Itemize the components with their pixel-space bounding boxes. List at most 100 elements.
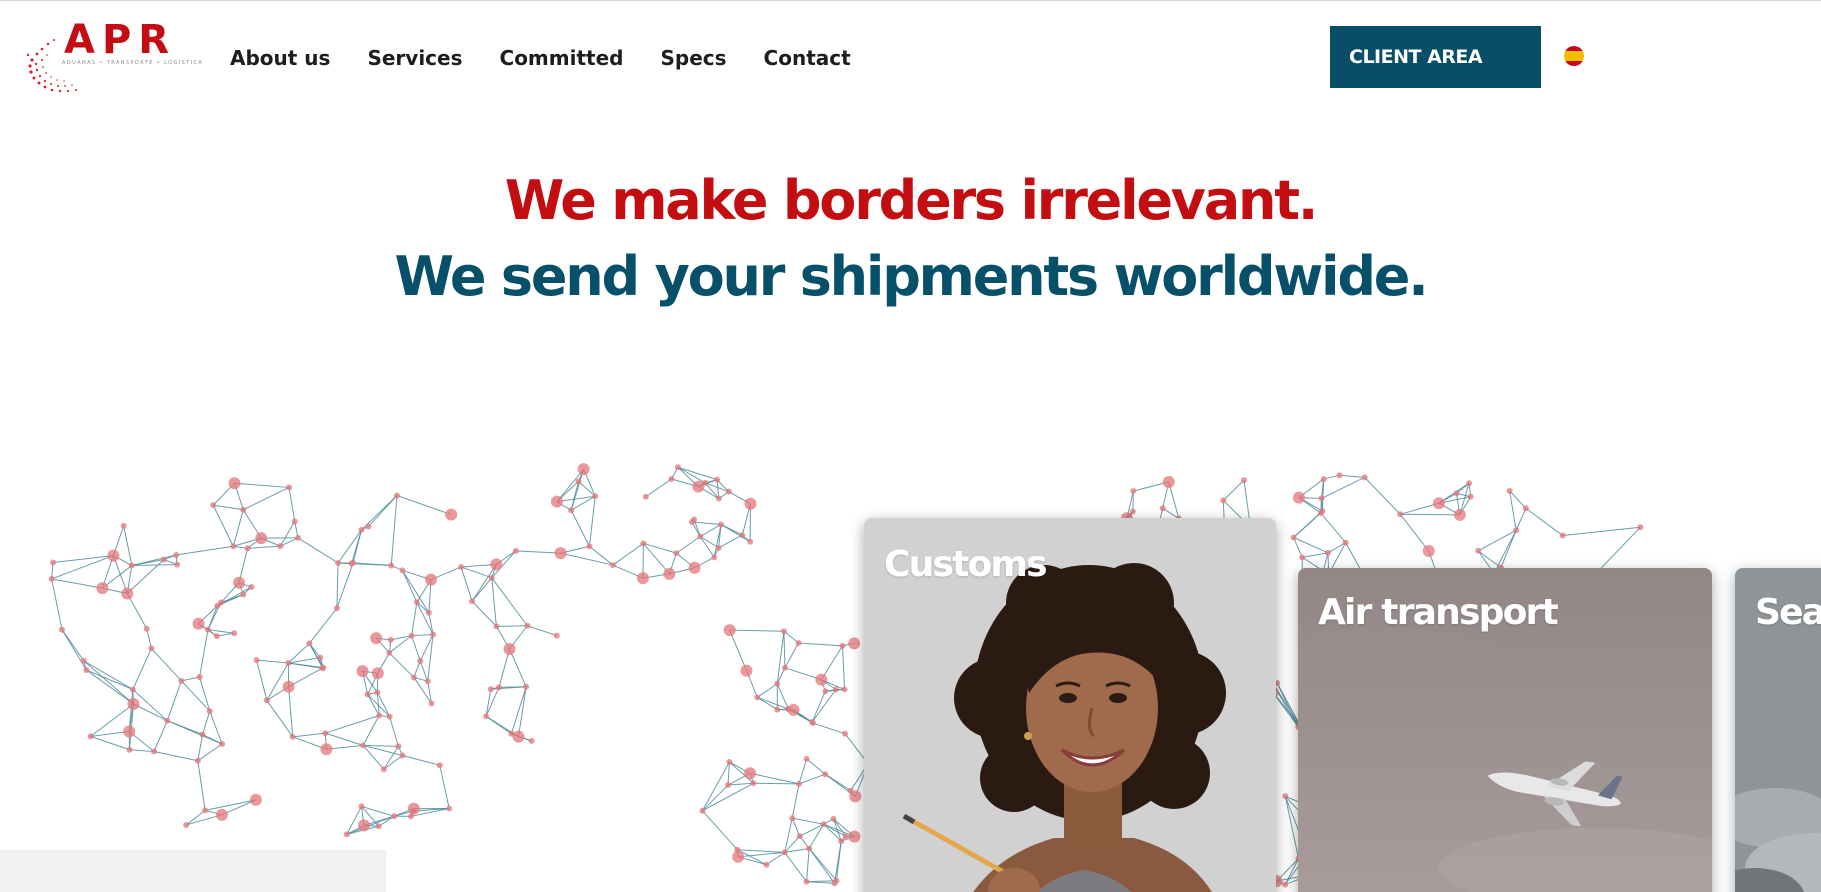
network-link [166,680,182,721]
network-link [411,635,421,662]
network-node [228,477,241,490]
network-node [295,534,302,541]
network-link [491,577,497,627]
network-node [785,705,792,712]
spain-flag-icon[interactable] [1564,46,1584,66]
network-node [215,808,228,821]
service-card-air-transport[interactable]: Air transport [1298,568,1712,892]
network-node [1559,532,1566,539]
network-link [1525,507,1564,536]
network-node [174,561,181,568]
network-node [320,664,327,671]
network-node [58,626,65,633]
network-node [554,547,567,560]
network-link [234,482,290,488]
network-link [643,542,677,554]
network-node [523,683,530,690]
network-node [445,508,458,521]
network-node [388,562,395,569]
network-link [729,629,784,632]
network-node [356,665,369,678]
top-divider [0,0,1821,1]
network-node [732,850,745,863]
nav-committed[interactable]: Committed [500,46,624,70]
network-link [112,555,128,594]
network-node [699,807,706,814]
network-link [266,700,294,738]
main-nav: About us Services Committed Specs Contac… [230,44,888,72]
network-node [668,476,675,483]
network-node [249,793,262,806]
network-node [838,838,845,845]
network-link [792,817,824,825]
client-area-button[interactable]: CLIENT AREA [1330,26,1541,88]
service-card-customs[interactable]: Customs [864,518,1276,892]
network-node [151,748,158,755]
network-node [1240,477,1247,484]
apr-logo[interactable]: APR ADUANAS • TRANSPORTE • LOGÍSTICA [22,17,204,92]
network-link [798,773,826,785]
network-link [266,662,289,701]
nav-about-us[interactable]: About us [230,46,330,70]
network-node [375,823,382,830]
network-node [795,639,802,646]
network-node [568,507,575,514]
network-link [806,758,826,775]
network-node [803,755,810,762]
nav-services[interactable]: Services [367,46,462,70]
network-link [491,577,528,627]
network-link [388,652,415,678]
network-node [691,516,698,523]
network-node [822,688,829,695]
network-node [364,691,371,698]
network-node [410,808,417,815]
nav-specs[interactable]: Specs [660,46,726,70]
network-node [763,861,770,868]
network-link [199,629,209,678]
network-node [428,700,435,707]
network-node [210,502,217,509]
network-link [738,851,785,858]
network-node [528,737,535,744]
network-link [749,772,800,785]
network-node [127,697,140,710]
customs-card-title: Customs [884,544,1048,585]
bottom-overlay-bar [0,850,386,892]
network-link [411,602,418,636]
network-link [1364,477,1401,515]
network-link [783,631,786,668]
network-node [750,780,757,787]
network-node [1318,495,1325,502]
network-node [820,821,827,828]
network-node [376,712,383,719]
network-link [402,754,440,766]
network-node [483,713,490,720]
network-node [244,545,251,552]
network-node [399,567,406,574]
service-card-sea[interactable]: Sea [1735,568,1821,892]
network-link [1562,526,1641,537]
network-link [256,659,268,701]
network-link [509,648,527,688]
logo-tagline: ADUANAS • TRANSPORTE • LOGÍSTICA [62,60,204,66]
network-node [120,522,127,529]
network-node [289,733,296,740]
network-node [1432,497,1445,510]
network-link [83,660,134,705]
network-node [806,845,813,852]
network-link [757,683,778,698]
network-node [335,559,342,566]
network-link [243,486,290,511]
network-node [781,664,788,671]
network-node [393,492,400,499]
network-link [702,810,738,851]
nav-contact[interactable]: Contact [764,46,851,70]
network-node [107,549,120,562]
network-node [831,880,838,887]
network-link [1339,474,1365,478]
network-link [167,720,203,735]
network-link [401,570,418,603]
network-node [357,819,370,832]
network-node [636,572,649,585]
network-link [588,496,596,547]
